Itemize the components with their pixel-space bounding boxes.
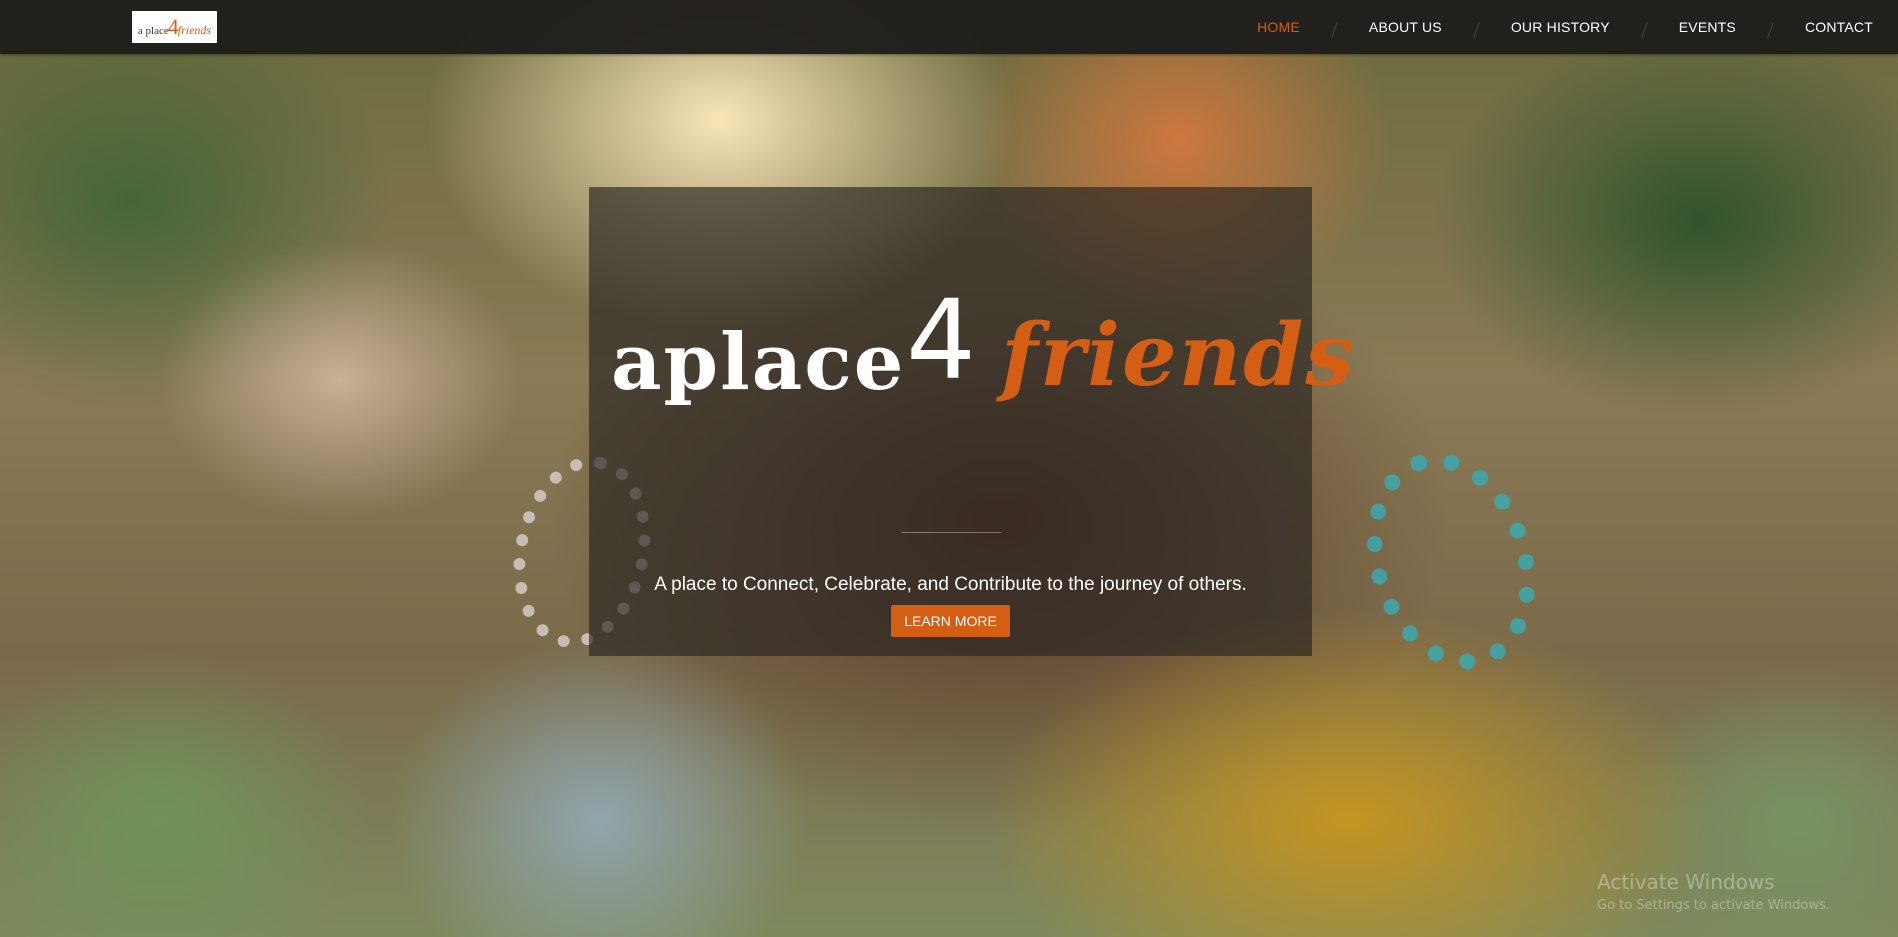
brand-title-four: 4 — [906, 276, 976, 404]
nav-divider — [1331, 22, 1338, 38]
nav-item-our-history[interactable]: OUR HISTORY — [1511, 19, 1610, 35]
brand-title-friends: friends — [1001, 305, 1356, 406]
logo-text-friends: friends — [177, 22, 212, 37]
hero-card: aplace 4 friends A place to Connect, Cel… — [589, 187, 1354, 656]
top-navbar: a place 4 friends HOME ABOUT US OUR HIST… — [0, 0, 1898, 54]
nav-divider — [1641, 22, 1648, 38]
site-logo[interactable]: a place 4 friends — [132, 11, 217, 43]
hero-divider — [901, 532, 1001, 533]
logo-wordmark: a place 4 friends — [137, 15, 212, 38]
activation-watermark: Activate Windows Go to Settings to activ… — [1597, 870, 1830, 913]
nav-divider — [1473, 22, 1480, 38]
watermark-title: Activate Windows — [1597, 870, 1775, 894]
main-nav: HOME ABOUT US OUR HISTORY EVENTS CONTACT — [1257, 0, 1873, 54]
brand-title-aplace: aplace — [611, 317, 906, 408]
watermark-subtitle: Go to Settings to activate Windows. — [1597, 898, 1830, 913]
brand-title: aplace 4 friends — [611, 285, 1354, 417]
nav-item-about-us[interactable]: ABOUT US — [1369, 19, 1442, 35]
nav-item-contact[interactable]: CONTACT — [1805, 19, 1873, 35]
learn-more-button[interactable]: LEARN MORE — [891, 605, 1010, 637]
nav-item-events[interactable]: EVENTS — [1679, 19, 1736, 35]
hero-tagline: A place to Connect, Celebrate, and Contr… — [654, 574, 1247, 595]
nav-item-home[interactable]: HOME — [1257, 19, 1300, 35]
nav-divider — [1767, 22, 1774, 38]
logo-text-aplace: a place — [137, 24, 169, 37]
